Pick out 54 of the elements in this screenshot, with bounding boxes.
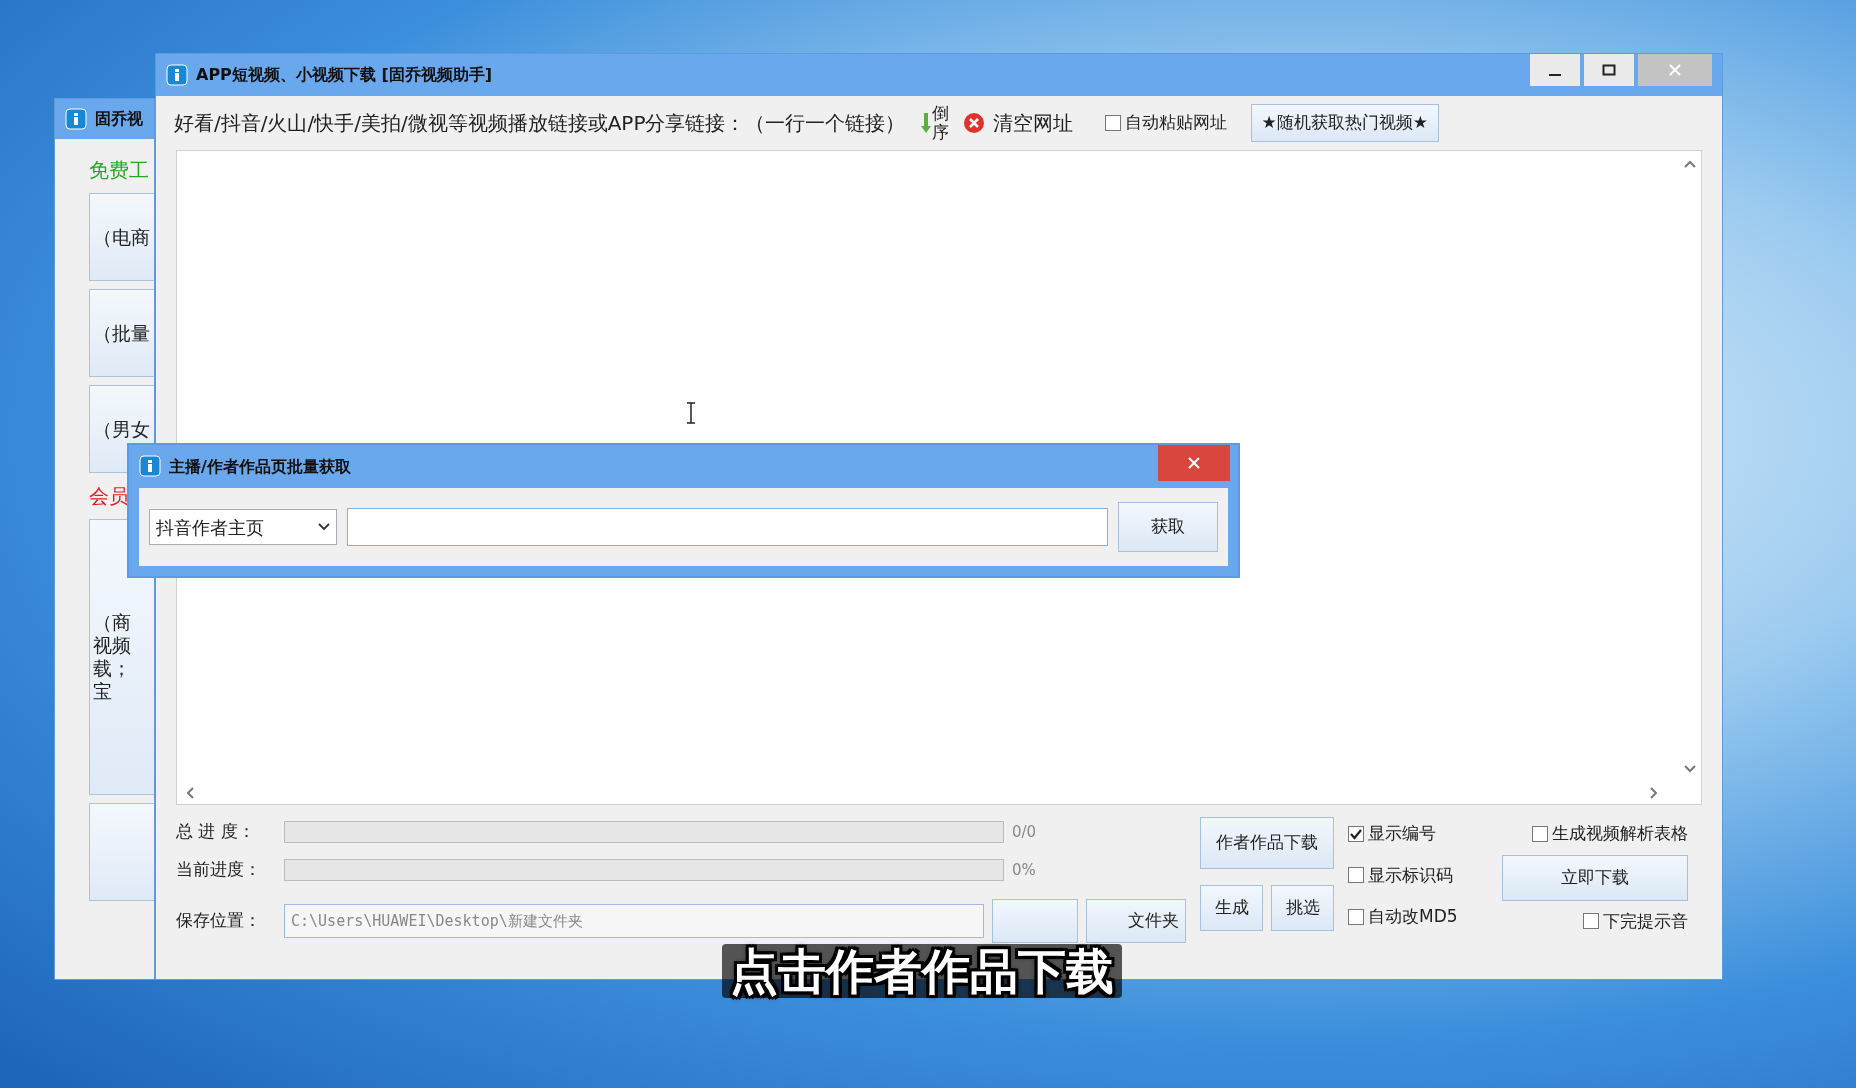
progress-reading: 0% (1012, 859, 1036, 881)
down-arrow-icon (919, 112, 932, 134)
tool-button[interactable]: （批量 (89, 289, 154, 377)
clear-link[interactable]: 清空网址 (992, 108, 1073, 138)
window-title: 固乔视 (95, 108, 143, 130)
window-title: APP短视频、小视频下载 [固乔视频助手] (196, 64, 493, 86)
checkbox-label: 下完提示音 (1603, 909, 1688, 933)
minimize-icon (1549, 74, 1561, 76)
text-cursor-icon (686, 402, 696, 424)
sort-toggle[interactable]: 倒序 (931, 104, 949, 142)
fetch-button[interactable]: 获取 (1118, 502, 1218, 552)
checkbox[interactable] (1532, 825, 1548, 842)
field-label: 总 进 度： (176, 820, 256, 844)
pick-button[interactable]: 挑选 (1271, 885, 1334, 931)
app-icon (139, 455, 161, 477)
section-heading: 免费工 (89, 157, 150, 184)
checkbox[interactable] (1348, 825, 1364, 842)
author-download-button[interactable]: 作者作品下载 (1200, 817, 1334, 869)
close-icon (1187, 456, 1201, 470)
dropdown-value: 抖音作者主页 (156, 515, 264, 540)
close-icon (1668, 63, 1682, 77)
field-label: 当前进度： (176, 858, 262, 882)
folder-button[interactable] (992, 899, 1078, 943)
dialog-title: 主播/作者作品页批量获取 (169, 456, 351, 478)
checkbox-label: 生成视频解析表格 (1552, 822, 1688, 845)
chevron-down-icon (318, 523, 330, 531)
tool-button[interactable]: （商 视频 载； 宝 (89, 519, 154, 795)
checkbox[interactable] (1348, 908, 1364, 925)
app-icon (65, 108, 87, 130)
checkbox-label: 显示标识码 (1368, 863, 1453, 887)
checkbox[interactable] (1583, 913, 1599, 930)
instruction-text: 好看/抖音/火山/快手/美拍/微视等视频播放链接或APP分享链接：（一行一个链接） (174, 110, 906, 137)
subtitle-caption: 点击作者作品下载 (722, 944, 1122, 998)
checkbox-label: 自动粘贴网址 (1124, 111, 1227, 135)
clear-icon (962, 112, 985, 134)
close-button[interactable] (1158, 445, 1230, 481)
checkbox[interactable] (1104, 115, 1121, 131)
checkbox[interactable] (1348, 867, 1364, 884)
random-video-button[interactable]: ★随机获取热门视频★ (1250, 104, 1439, 142)
tool-button[interactable] (89, 803, 154, 901)
url-field[interactable] (347, 508, 1108, 546)
source-dropdown[interactable]: 抖音作者主页 (149, 509, 337, 545)
section-heading: 会员 (89, 483, 130, 510)
checkbox-label: 显示编号 (1368, 822, 1436, 845)
progress-reading: 0/0 (1012, 821, 1037, 843)
download-button[interactable]: 立即下载 (1502, 854, 1688, 901)
maximize-button[interactable] (1584, 54, 1634, 86)
generate-button[interactable]: 生成 (1200, 885, 1263, 931)
tool-button[interactable]: （电商 (89, 193, 154, 281)
field-label: 保存位置： (176, 909, 262, 933)
checkbox-label: 自动改MD5 (1368, 905, 1458, 928)
folder-button[interactable]: 文件夹 (1086, 899, 1186, 943)
app-icon (166, 64, 188, 86)
maximize-icon (1602, 63, 1616, 77)
